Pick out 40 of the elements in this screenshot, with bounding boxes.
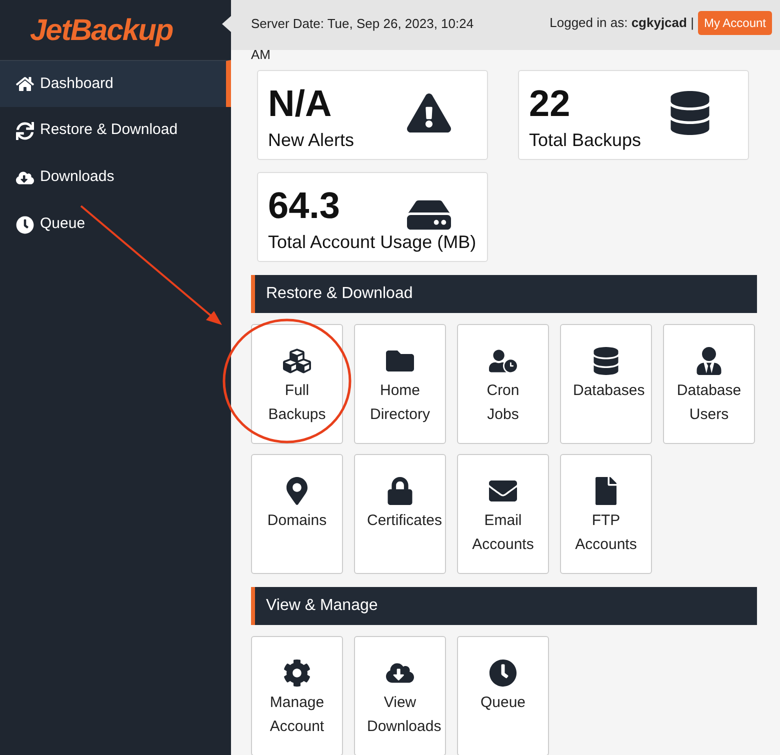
logged-in-text: Logged in as: cgkyjcad |	[550, 14, 694, 32]
sidebar-item[interactable]: Queue	[0, 201, 231, 248]
stat-value: 64.3	[268, 185, 340, 227]
sidebar-item[interactable]: Dashboard	[0, 60, 231, 107]
section-header: View & Manage	[251, 587, 757, 625]
sidebar-item[interactable]: Downloads	[0, 154, 231, 201]
cloud-download-icon	[16, 168, 34, 186]
sync-icon	[16, 122, 34, 140]
user-clock-icon	[489, 347, 517, 375]
section-header: Restore & Download	[251, 275, 757, 313]
clock-icon	[16, 216, 34, 234]
home-icon	[16, 75, 34, 93]
sidebar-item[interactable]: Restore & Download	[0, 107, 231, 154]
tile-button[interactable]: Domains	[251, 454, 343, 574]
lock-icon	[386, 477, 414, 505]
tile-button[interactable]: Queue	[457, 636, 549, 755]
database-icon	[592, 347, 620, 375]
logo: JetBackup	[30, 12, 173, 48]
cubes-icon	[283, 347, 311, 375]
tile-button[interactable]: Databases	[560, 324, 652, 444]
stat-label: New Alerts	[268, 129, 356, 151]
tile-button[interactable]: View Downloads	[354, 636, 446, 755]
warning-icon	[407, 91, 451, 135]
stat-value: 22	[529, 83, 570, 125]
tile-button[interactable]: Email Accounts	[457, 454, 549, 574]
stat-label: Total Account Usage (MB)	[268, 231, 477, 253]
tile-button[interactable]: Home Directory	[354, 324, 446, 444]
tile-button[interactable]: Full Backups	[251, 324, 343, 444]
tile-button[interactable]: Database Users	[663, 324, 755, 444]
database-icon	[668, 91, 712, 135]
server-date: Server Date: Tue, Sep 26, 2023, 10:24 AM	[251, 15, 475, 64]
stat-value: N/A	[268, 83, 332, 125]
tile-button[interactable]: FTP Accounts	[560, 454, 652, 574]
clock-icon	[489, 659, 517, 687]
user-tie-icon	[695, 347, 723, 375]
tile-button[interactable]: Certificates	[354, 454, 446, 574]
gear-icon	[283, 659, 311, 687]
stat-label: Total Backups	[529, 129, 642, 151]
tile-button[interactable]: Manage Account	[251, 636, 343, 755]
tile-button[interactable]: Cron Jobs	[457, 324, 549, 444]
